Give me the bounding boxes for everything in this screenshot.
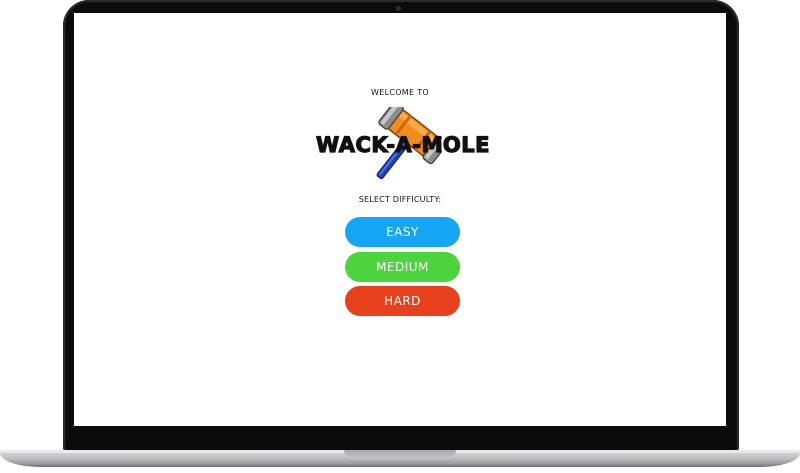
medium-button[interactable]: MEDIUM — [345, 252, 460, 282]
laptop-notch — [344, 450, 456, 457]
welcome-text: WELCOME TO — [371, 88, 429, 97]
select-difficulty-label: SELECT DIFFICULTY: — [358, 195, 442, 204]
camera-icon — [396, 6, 401, 11]
logo-title: WACK-A-MOLE — [315, 132, 490, 157]
laptop-mockup: WELCOME TO WACK-A-MOLE SELECT DIFFICULTY… — [0, 0, 800, 473]
hard-button[interactable]: HARD — [345, 286, 460, 316]
game-logo: WACK-A-MOLE — [312, 107, 494, 187]
easy-button[interactable]: EASY — [345, 217, 460, 247]
game-screen: WELCOME TO WACK-A-MOLE SELECT DIFFICULTY… — [74, 13, 726, 426]
